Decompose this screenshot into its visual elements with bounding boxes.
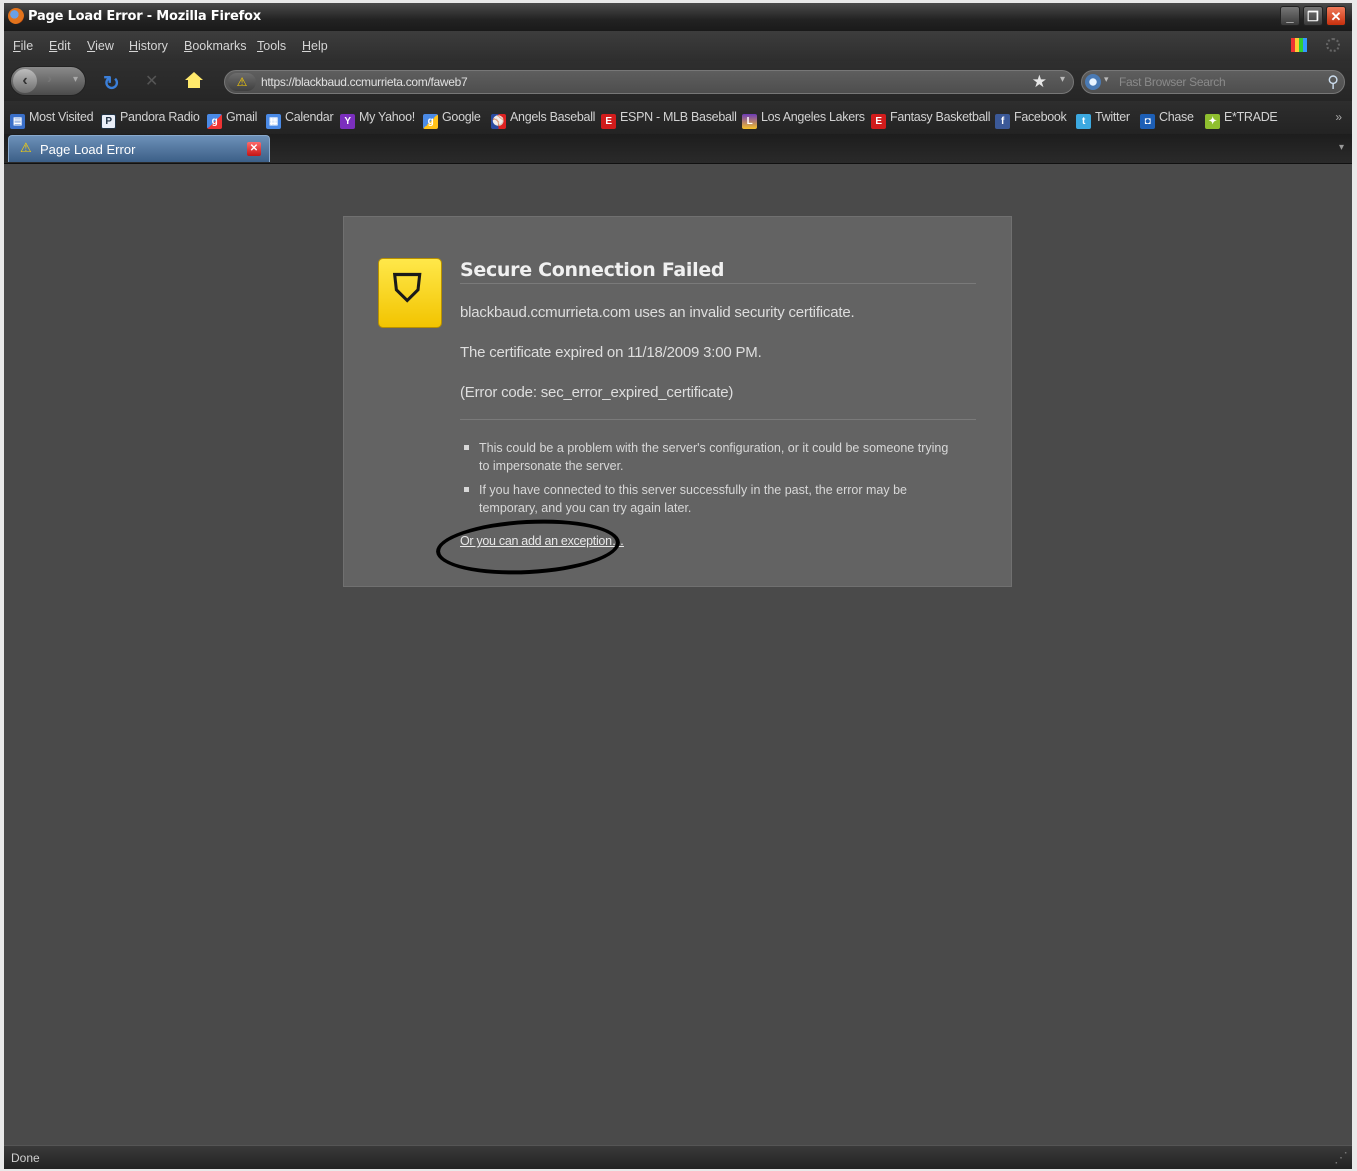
description-divider (460, 419, 976, 420)
mlb-icon: ⚾ (491, 114, 506, 129)
status-bar: Done ⋰ (4, 1145, 1352, 1169)
back-button[interactable]: ‹ (13, 69, 37, 93)
tab-page-load-error[interactable]: ⚠ Page Load Error ✕ (8, 135, 270, 162)
bookmark-google[interactable]: g Google (423, 110, 481, 129)
error-code-text: (Error code: sec_error_expired_certifica… (460, 384, 734, 401)
close-window-button[interactable]: ✕ (1326, 6, 1346, 26)
list-item: This could be a problem with the server'… (460, 439, 960, 475)
security-officer-icon: ⛉ (378, 258, 442, 328)
search-input[interactable]: Fast Browser Search (1119, 75, 1226, 89)
page-content: ⛉ Secure Connection Failed blackbaud.ccm… (4, 164, 1352, 1144)
firefox-logo-icon (8, 8, 24, 24)
minimize-button[interactable]: _ (1280, 6, 1300, 26)
menu-view[interactable]: View (87, 39, 114, 53)
bookmark-angels-baseball[interactable]: ⚾ Angels Baseball (491, 110, 595, 129)
bookmark-calendar[interactable]: ▦ Calendar (266, 110, 334, 129)
bookmark-chase[interactable]: ◘ Chase (1140, 110, 1194, 129)
resize-grip-icon[interactable]: ⋰ (1334, 1149, 1348, 1166)
url-bar[interactable]: ⚠ https://blackbaud.ccmurrieta.com/faweb… (224, 70, 1074, 94)
list-item: If you have connected to this server suc… (460, 481, 960, 517)
url-input[interactable]: https://blackbaud.ccmurrieta.com/faweb7 (261, 75, 468, 89)
reload-icon[interactable]: ↻ (103, 71, 120, 96)
etrade-icon: ✦ (1205, 114, 1220, 129)
firefox-window: Page Load Error - Mozilla Firefox _ ❐ ✕ … (4, 3, 1352, 1169)
bookmark-gmail[interactable]: g Gmail (207, 110, 257, 129)
tab-list-dropdown-icon[interactable]: ▾ (1339, 142, 1344, 153)
calendar-icon: ▦ (266, 114, 281, 129)
bookmark-lakers[interactable]: L Los Angeles Lakers (742, 110, 865, 129)
bookmark-facebook[interactable]: f Facebook (995, 110, 1067, 129)
menu-tools[interactable]: Tools (257, 39, 286, 53)
url-dropdown-icon[interactable]: ▾ (1060, 74, 1065, 85)
search-go-icon[interactable]: ⚲ (1327, 72, 1339, 92)
chase-icon: ◘ (1140, 114, 1155, 129)
search-engine-icon[interactable] (1085, 74, 1101, 90)
error-suggestions-list: This could be a problem with the server'… (460, 439, 960, 523)
tab-strip: ⚠ Page Load Error ✕ ▾ (4, 134, 1352, 164)
hand-drawn-circle-annotation (434, 515, 622, 579)
menu-help[interactable]: Help (302, 39, 328, 53)
most-visited-icon: ▤ (10, 114, 25, 129)
certificate-expiry-text: The certificate expired on 11/18/2009 3:… (460, 344, 762, 361)
forward-button[interactable]: › (47, 70, 52, 87)
menu-bar: File Edit View History Bookmarks Tools H… (4, 31, 1352, 61)
theme-icon[interactable] (1291, 38, 1307, 52)
restore-button[interactable]: ❐ (1303, 6, 1323, 26)
google-icon: g (423, 114, 438, 129)
tab-label: Page Load Error (40, 142, 136, 157)
bookmark-fantasy-basketball[interactable]: E Fantasy Basketball (871, 110, 991, 129)
google-icon: g (207, 114, 222, 129)
menu-edit[interactable]: Edit (49, 39, 71, 53)
error-page-container: ⛉ Secure Connection Failed blackbaud.ccm… (343, 216, 1012, 587)
bookmark-pandora[interactable]: P Pandora Radio (101, 110, 200, 129)
error-description: blackbaud.ccmurrieta.com uses an invalid… (460, 304, 855, 321)
window-title: Page Load Error - Mozilla Firefox (28, 9, 261, 24)
bookmarks-toolbar: ▤ Most Visited P Pandora Radio g Gmail ▦ Cal… (4, 101, 1352, 134)
pandora-icon: P (101, 114, 116, 129)
menu-history[interactable]: History (129, 39, 168, 53)
twitter-icon: t (1076, 114, 1091, 129)
yahoo-icon: Y (340, 114, 355, 129)
search-engine-dropdown-icon[interactable]: ▾ (1104, 74, 1109, 85)
activity-throbber-icon (1326, 38, 1340, 52)
bookmark-most-visited[interactable]: ▤ Most Visited (10, 110, 94, 129)
tab-close-icon[interactable]: ✕ (247, 142, 261, 156)
title-bar: Page Load Error - Mozilla Firefox _ ❐ ✕ (4, 3, 1352, 31)
search-bar[interactable]: ▾ Fast Browser Search ⚲ (1081, 70, 1345, 94)
espn-icon: E (871, 114, 886, 129)
bookmark-espn-mlb[interactable]: E ESPN - MLB Baseball (601, 110, 737, 129)
bookmark-etrade[interactable]: ✦ E*TRADE (1205, 110, 1278, 129)
back-forward-group: ‹ › ▾ (10, 66, 86, 96)
facebook-icon: f (995, 114, 1010, 129)
history-dropdown-icon[interactable]: ▾ (73, 74, 78, 85)
error-title: Secure Connection Failed (460, 259, 725, 281)
menu-file[interactable]: File (13, 39, 33, 53)
navigation-toolbar: ‹ › ▾ ↻ ✕ ⚠ https://blackbaud.ccmurrieta… (4, 61, 1352, 101)
espn-icon: E (601, 114, 616, 129)
bookmark-my-yahoo[interactable]: Y My Yahoo! (340, 110, 415, 129)
home-icon[interactable] (185, 72, 203, 88)
stop-icon[interactable]: ✕ (145, 71, 158, 91)
bookmark-star-icon[interactable]: ★ (1032, 72, 1047, 92)
menu-bookmarks[interactable]: Bookmarks (184, 39, 247, 53)
title-divider (460, 283, 976, 284)
site-identity-warning-icon[interactable]: ⚠ (228, 73, 256, 91)
status-text: Done (11, 1151, 40, 1165)
bookmarks-overflow-button[interactable]: » (1335, 110, 1342, 124)
warning-icon: ⚠ (20, 140, 32, 155)
bookmark-twitter[interactable]: t Twitter (1076, 110, 1130, 129)
lakers-icon: L (742, 114, 757, 129)
